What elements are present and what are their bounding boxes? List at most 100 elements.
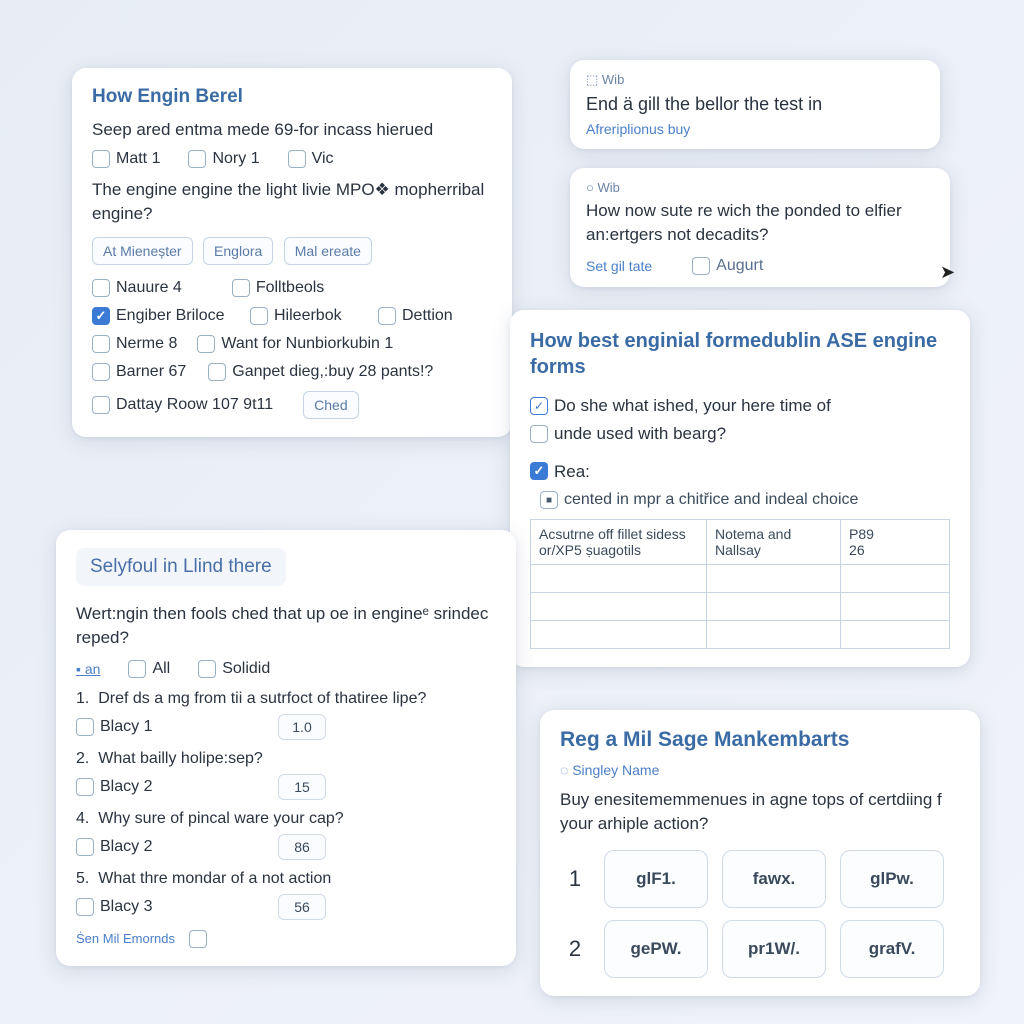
table-cell [706, 593, 840, 621]
checkbox-icon [208, 363, 226, 381]
table-cell [706, 565, 840, 593]
card1-check-dattay[interactable]: Dattay Roow 107 9t11 [92, 396, 273, 414]
input-blacy1[interactable]: 1.0 [278, 714, 326, 740]
card1-question: The engine engine the light livie MPO❖ m… [92, 178, 492, 226]
checkbox-icon [76, 718, 94, 736]
card5-q1[interactable]: ✓Do she what ished, your here time of [530, 394, 950, 418]
card1-check-ganpet[interactable]: Ganpet dieg,:buy 28 pants!? [208, 363, 433, 381]
card5-q2[interactable]: unde used with bearg? [530, 422, 950, 446]
table-cell: Acsutrne off fillet sidess or/XP5 ṣuagot… [531, 520, 707, 565]
checkbox-square-icon [540, 491, 558, 509]
input-blacy2a[interactable]: 15 [278, 774, 326, 800]
checkbox-checked-icon [92, 307, 110, 325]
card6-title: Reg a Mil Sage Mankembarts [560, 728, 960, 752]
btn-mienester[interactable]: At Mieneșter [92, 237, 193, 265]
card2-sub[interactable]: Afreriplionus buy [586, 121, 924, 137]
tile-glf1[interactable]: glF1. [604, 850, 708, 908]
input-blacy2b[interactable]: 86 [278, 834, 326, 860]
checkbox-checked-icon [530, 462, 548, 480]
card6-row1-num: 1 [560, 866, 590, 892]
card-ase-engine-forms: How best enginial formedublin ASE engine… [510, 310, 970, 667]
btn-malereate[interactable]: Mal ereate [284, 237, 372, 265]
checkbox-icon [76, 898, 94, 916]
tile-gepw[interactable]: gePW. [604, 920, 708, 978]
checkbox-icon[interactable] [189, 930, 207, 948]
btn-englora[interactable]: Englora [203, 237, 273, 265]
table-cell [531, 621, 707, 649]
checkbox-icon [76, 838, 94, 856]
table-cell: P89 26 [841, 520, 950, 565]
checkbox-icon [530, 425, 548, 443]
card3-augurt[interactable]: Augurt [692, 257, 763, 275]
tile-pr1w[interactable]: pr1W/. [722, 920, 826, 978]
cursor-icon: ➤ [940, 262, 955, 283]
table-cell [531, 565, 707, 593]
checkbox-icon [92, 279, 110, 297]
card1-check-engiber[interactable]: Engiber Briloce [92, 307, 232, 325]
card3-text: How now sute re wich the ponded to elfie… [586, 199, 934, 247]
checkbox-icon [188, 150, 206, 168]
table-cell [531, 593, 707, 621]
checkbox-icon: ✓ [530, 397, 548, 415]
card4-tab[interactable]: Selyfoul in Llind there [76, 548, 286, 586]
checkbox-icon [232, 279, 250, 297]
card1-opt-nory[interactable]: Nory 1 [188, 150, 259, 168]
card4-blacy2a[interactable]: Blacy 2 [76, 778, 266, 796]
table-cell [841, 621, 950, 649]
checkbox-icon [92, 396, 110, 414]
card1-check-nauure[interactable]: Nauure 4 [92, 279, 182, 297]
card5-rea[interactable]: Rea: [530, 460, 950, 484]
checkbox-icon [198, 660, 216, 678]
card1-check-want[interactable]: Want for Nunbiorkubin 1 [197, 335, 393, 353]
tile-fawx[interactable]: fawx. [722, 850, 826, 908]
card4-blacy1[interactable]: Blacy 1 [76, 718, 266, 736]
card1-opt-matt[interactable]: Matt 1 [92, 150, 160, 168]
btn-ched[interactable]: Ched [303, 391, 358, 419]
checkbox-icon [288, 150, 306, 168]
checkbox-icon [378, 307, 396, 325]
card1-check-folltbeols[interactable]: Folltbeols [232, 279, 324, 297]
card4-blacy3[interactable]: Blacy 3 [76, 898, 266, 916]
card1-check-barner[interactable]: Barner 67 [92, 363, 186, 381]
card4-footer[interactable]: Ṡen Mil Emornds [76, 931, 175, 946]
card1-check-dettion[interactable]: Dettion [378, 307, 453, 325]
card3-set-gil[interactable]: Set gil tate [586, 258, 652, 274]
card5-title: How best enginial formedublin ASE engine… [530, 328, 950, 380]
checkbox-icon [128, 660, 146, 678]
card4-link-an[interactable]: ▪ an [76, 661, 100, 677]
tile-glpw[interactable]: glPw. [840, 850, 944, 908]
card4-opt-solidid[interactable]: Solidid [198, 660, 270, 678]
card-how-now-sute: ○ Wib How now sute re wich the ponded to… [570, 168, 950, 287]
table-cell [841, 565, 950, 593]
card6-row2-num: 2 [560, 936, 590, 962]
card-selyfoul: Selyfoul in Llind there Wert:ngin then f… [56, 530, 516, 966]
table-cell [706, 621, 840, 649]
tile-grafv[interactable]: grafV. [840, 920, 944, 978]
checkbox-icon [76, 778, 94, 796]
checkbox-icon [92, 335, 110, 353]
card1-check-nerme[interactable]: Nerme 8 [92, 335, 177, 353]
card3-badge: ○ Wib [586, 180, 934, 195]
table-cell: Notema and Nallsay [706, 520, 840, 565]
card6-text: Buy enesitememmenues in agne tops of cer… [560, 788, 960, 836]
card1-title: How Engin Berel [92, 86, 492, 108]
checkbox-icon [197, 335, 215, 353]
input-blacy3[interactable]: 56 [278, 894, 326, 920]
card2-text: End ä gill the bellor the test in [586, 92, 924, 117]
card1-opt-vic[interactable]: Vic [288, 150, 334, 168]
card4-row5: 5. What thre mondar of a not action [76, 870, 496, 888]
checkbox-icon [92, 363, 110, 381]
card1-check-hileerbok[interactable]: Hileerbok [250, 307, 360, 325]
card-end-gill: ⬚ Wib End ä gill the bellor the test in … [570, 60, 940, 149]
card-reg-mil-sage: Reg a Mil Sage Mankembarts ◌ Singley Nam… [540, 710, 980, 996]
card5-table: Acsutrne off fillet sidess or/XP5 ṣuagot… [530, 519, 950, 649]
card4-row2: 2. What bailly holipе:sep? [76, 750, 496, 768]
card2-badge: ⬚ Wib [586, 72, 924, 88]
card1-subtitle: Seep ared entma mede 69-for incass hieru… [92, 118, 492, 142]
card5-desc[interactable]: cented in mpr a chitřice and indeal choi… [540, 491, 950, 509]
card4-row1: 1. Dref ds a mg from tii a sutrfoct of t… [76, 690, 496, 708]
card4-blacy2b[interactable]: Blacy 2 [76, 838, 266, 856]
card4-question: Wert:ngin then fools ched that up oe in … [76, 602, 496, 650]
card4-opt-all[interactable]: All [128, 660, 170, 678]
card6-sub: ◌ Singley Name [560, 762, 960, 778]
